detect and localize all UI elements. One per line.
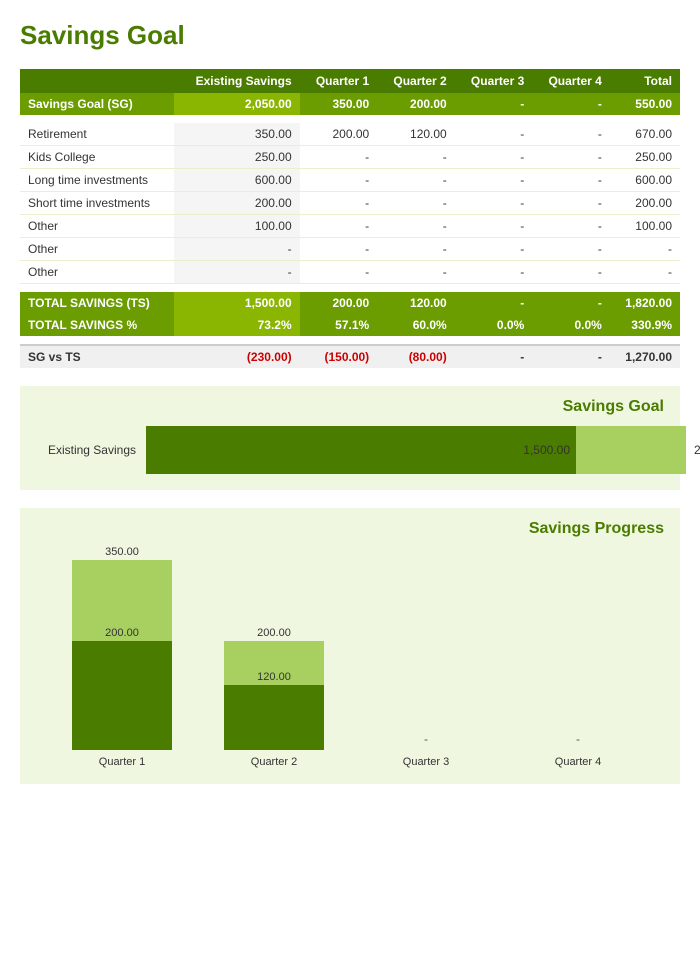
table-row: Retirement 350.00 200.00 120.00 - - 670.… — [20, 123, 680, 146]
savings-goal-chart-title: Savings Goal — [36, 398, 664, 416]
col-header-total: Total — [610, 69, 680, 93]
col-header-q3: Quarter 3 — [455, 69, 533, 93]
table-row: Other - - - - - - — [20, 238, 680, 261]
quarter-group: - Quarter 4 — [518, 560, 638, 768]
sg-total: 550.00 — [610, 93, 680, 115]
table-row: Other - - - - - - — [20, 261, 680, 284]
spacer-row — [20, 115, 680, 123]
col-header-label — [20, 69, 174, 93]
col-header-q1: Quarter 1 — [300, 69, 378, 93]
col-header-q2: Quarter 2 — [377, 69, 455, 93]
bar-filled: 1,500.00 — [146, 426, 576, 474]
actual-label: 200.00 — [72, 627, 172, 639]
sg-q3: - — [455, 93, 533, 115]
spacer-row-3 — [20, 336, 680, 345]
actual-label: 120.00 — [224, 671, 324, 683]
total-pct-row: TOTAL SAVINGS % 73.2% 57.1% 60.0% 0.0% 0… — [20, 314, 680, 336]
quarter-group: 350.00200.00Quarter 1 — [62, 560, 182, 768]
progress-chart-title: Savings Progress — [36, 520, 664, 538]
bar-filled-value: 1,500.00 — [523, 443, 570, 457]
savings-goal-row: Savings Goal (SG) 2,050.00 350.00 200.00… — [20, 93, 680, 115]
quarter-axis-label: Quarter 1 — [99, 756, 145, 768]
savings-progress-chart: Savings Progress 350.00 200.00 Quarter 1 20… — [20, 508, 680, 784]
sg-vs-ts-row: SG vs TS (230.00) (150.00) (80.00) - - 1… — [20, 345, 680, 368]
table-row: Other 100.00 - - - - 100.00 — [20, 215, 680, 238]
quarter-axis-label: Quarter 3 — [403, 756, 449, 768]
savings-goal-chart: Savings Goal Existing Savings 1,500.00 2… — [20, 386, 680, 490]
spacer-row-2 — [20, 284, 680, 293]
horizontal-bar-chart: Existing Savings 1,500.00 2,050.00 — [36, 426, 664, 474]
bar-goal — [576, 426, 686, 474]
quarter-group: 200.00 120.00 Quarter 2 — [214, 560, 334, 768]
table-row: Long time investments 600.00 - - - - 600… — [20, 169, 680, 192]
dash-label: - — [528, 732, 628, 746]
goal-label: 200.00 — [224, 627, 324, 639]
bar-label: Existing Savings — [36, 443, 136, 457]
goal-label: 350.00 — [72, 546, 172, 558]
total-savings-row: TOTAL SAVINGS (TS) 1,500.00 200.00 120.0… — [20, 292, 680, 314]
savings-table: Existing Savings Quarter 1 Quarter 2 Qua… — [20, 69, 680, 368]
actual-bar — [224, 685, 324, 750]
col-header-existing: Existing Savings — [174, 69, 299, 93]
quarter-axis-label: Quarter 4 — [555, 756, 601, 768]
sg-q2: 200.00 — [377, 93, 455, 115]
page-title: Savings Goal — [20, 20, 680, 51]
bar-goal-value: 2,050.00 — [694, 443, 700, 457]
sg-label: Savings Goal (SG) — [20, 93, 174, 115]
bar-track: 1,500.00 2,050.00 — [146, 426, 700, 474]
actual-bar — [72, 641, 172, 750]
quarter-group: - Quarter 3 — [366, 560, 486, 768]
col-header-q4: Quarter 4 — [532, 69, 610, 93]
sg-q4: - — [532, 93, 610, 115]
vertical-bar-chart: 350.00 200.00 Quarter 1 200.00 120.00 Quarter… — [36, 548, 664, 768]
sg-existing: 2,050.00 — [174, 93, 299, 115]
quarter-axis-label: Quarter 2 — [251, 756, 297, 768]
sg-q1: 350.00 — [300, 93, 378, 115]
dash-label: - — [376, 732, 476, 746]
table-row: Short time investments 200.00 - - - - 20… — [20, 192, 680, 215]
table-row: Kids College 250.00 - - - - 250.00 — [20, 146, 680, 169]
